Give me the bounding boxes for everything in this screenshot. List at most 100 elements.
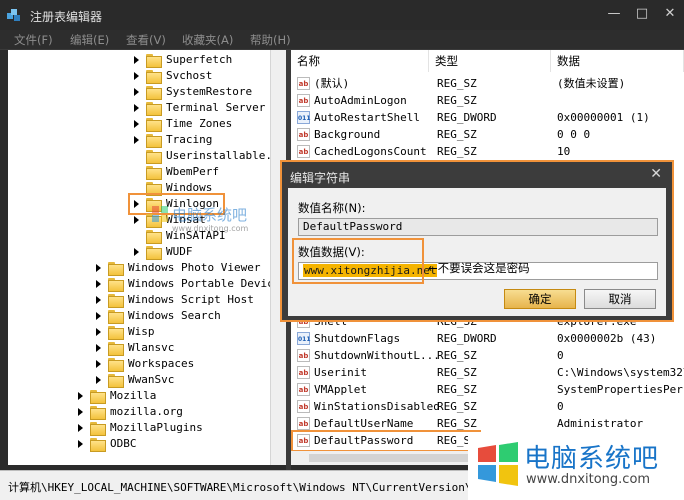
menu-help[interactable]: 帮助(H) [250, 32, 291, 48]
value-data: 0 0 0 [557, 128, 591, 141]
value-row[interactable]: 011 AutoRestartShell REG_DWORD 0x0000000… [291, 110, 684, 126]
value-name: (默认) [314, 77, 350, 90]
menu-view[interactable]: 查看(V) [126, 32, 166, 48]
tree-item-superfetch[interactable]: Superfetch [8, 52, 278, 68]
close-button[interactable]: ✕ [662, 6, 678, 22]
tree-item-systemrestore[interactable]: SystemRestore [8, 84, 278, 100]
tree-item-label: WUDF [166, 245, 193, 258]
tree-item-mozilla[interactable]: Mozilla [8, 388, 278, 404]
expand-arrow-icon[interactable] [78, 424, 83, 432]
string-value-icon: ab [297, 383, 310, 396]
tree-item-mozilla-org[interactable]: mozilla.org [8, 404, 278, 420]
watermark-name: 电脑系统吧 [524, 444, 660, 474]
expand-arrow-icon[interactable] [134, 248, 139, 256]
value-row[interactable]: ab Background REG_SZ 0 0 0 [291, 127, 684, 143]
string-value-icon: ab [297, 417, 310, 430]
expand-arrow-icon[interactable] [134, 216, 139, 224]
value-row[interactable]: ab AutoAdminLogon REG_SZ [291, 93, 684, 109]
tree-item-wwansvc[interactable]: WwanSvc [8, 372, 278, 388]
folder-icon [108, 262, 124, 276]
expand-arrow-icon[interactable] [134, 56, 139, 64]
status-path: 计算机\HKEY_LOCAL_MACHINE\SOFTWARE\Microsof… [8, 481, 525, 494]
value-data: 0 [557, 400, 564, 413]
value-row[interactable]: 011 ShutdownFlags REG_DWORD 0x0000002b (… [291, 331, 684, 347]
expand-arrow-icon[interactable] [96, 328, 101, 336]
expand-arrow-icon[interactable] [96, 264, 101, 272]
expand-arrow-icon[interactable] [134, 88, 139, 96]
tree-item-label: Wlansvc [128, 341, 175, 354]
tree-item-label: ODBC [110, 437, 137, 450]
tree-item-wbemperf[interactable]: WbemPerf [8, 164, 278, 180]
column-header-data[interactable]: 数据 [551, 50, 684, 72]
folder-icon [146, 54, 162, 68]
tree-item-label: Userinstallable.d [166, 149, 278, 162]
windows-logo-icon [478, 442, 518, 486]
tree-item-label: Workspaces [128, 357, 195, 370]
value-row[interactable]: ab VMApplet REG_SZ SystemPropertiesPer [291, 382, 684, 398]
tree-item-wlansvc[interactable]: Wlansvc [8, 340, 278, 356]
tree-item-time-zones[interactable]: Time Zones [8, 116, 278, 132]
dword-value-icon: 011 [297, 111, 311, 124]
tree-item-windows-photo-viewer[interactable]: Windows Photo Viewer [8, 260, 278, 276]
value-type: REG_SZ [437, 400, 477, 413]
key-tree[interactable]: Superfetch Svchost SystemRestore Termina… [8, 50, 278, 465]
folder-icon [108, 374, 124, 388]
expand-arrow-icon[interactable] [96, 376, 101, 384]
expand-arrow-icon[interactable] [96, 360, 101, 368]
expand-arrow-icon[interactable] [96, 344, 101, 352]
tree-item-wudf[interactable]: WUDF [8, 244, 278, 260]
dialog-close-button[interactable]: ✕ [650, 166, 662, 182]
tree-item-label: Svchost [166, 69, 213, 82]
maximize-button[interactable]: □ [634, 6, 650, 22]
tree-item-wisp[interactable]: Wisp [8, 324, 278, 340]
menu-edit[interactable]: 编辑(E) [70, 32, 109, 48]
expand-arrow-icon[interactable] [134, 104, 139, 112]
value-name: ShutdownFlags [314, 332, 401, 345]
value-type: REG_DWORD [437, 332, 497, 345]
expand-arrow-icon[interactable] [134, 72, 139, 80]
tree-item-mozillaplugins[interactable]: MozillaPlugins [8, 420, 278, 436]
tree-item-odbc[interactable]: ODBC [8, 436, 278, 452]
expand-arrow-icon[interactable] [134, 120, 139, 128]
value-name: VMApplet [314, 383, 367, 396]
expand-arrow-icon[interactable] [78, 408, 83, 416]
column-header-name[interactable]: 名称 [291, 50, 429, 72]
value-name: Background [314, 128, 381, 141]
expand-arrow-icon[interactable] [96, 280, 101, 288]
value-row[interactable]: ab Userinit REG_SZ C:\Windows\system32\ [291, 365, 684, 381]
title-bar: 注册表编辑器 — □ ✕ [0, 0, 684, 30]
value-row[interactable]: ab (默认) REG_SZ (数值未设置) [291, 76, 684, 92]
menu-file[interactable]: 文件(F) [14, 32, 53, 48]
value-name: AutoAdminLogon [314, 94, 407, 107]
value-type: REG_SZ [437, 94, 477, 107]
column-header-type[interactable]: 类型 [429, 50, 551, 72]
tree-item-svchost[interactable]: Svchost [8, 68, 278, 84]
expand-arrow-icon[interactable] [96, 312, 101, 320]
menu-favorites[interactable]: 收藏夹(A) [182, 32, 233, 48]
ok-button[interactable]: 确定 [504, 289, 576, 309]
value-name-field[interactable]: DefaultPassword [298, 218, 658, 236]
watermark-url: www.dnxitong.com [526, 472, 651, 487]
expand-arrow-icon[interactable] [78, 392, 83, 400]
dword-value-icon: 011 [297, 332, 311, 345]
tree-item-windows-search[interactable]: Windows Search [8, 308, 278, 324]
tree-item-windows-script-host[interactable]: Windows Script Host [8, 292, 278, 308]
watermark-logo: 电脑系统吧 www.dnxitong.com [468, 432, 684, 500]
value-row[interactable]: ab CachedLogonsCount REG_SZ 10 [291, 144, 684, 160]
expand-arrow-icon[interactable] [96, 296, 101, 304]
minimize-button[interactable]: — [606, 6, 622, 22]
cancel-button[interactable]: 取消 [584, 289, 656, 309]
value-row[interactable]: ab ShutdownWithoutL... REG_SZ 0 [291, 348, 684, 364]
tree-item-userinstallable[interactable]: Userinstallable.d [8, 148, 278, 164]
tree-item-tracing[interactable]: Tracing [8, 132, 278, 148]
tree-item-label: WbemPerf [166, 165, 219, 178]
string-value-icon: ab [297, 349, 310, 362]
expand-arrow-icon[interactable] [134, 136, 139, 144]
tree-item-label: Windows Search [128, 309, 221, 322]
expand-arrow-icon[interactable] [78, 440, 83, 448]
scrollbar-thumb[interactable] [309, 454, 469, 462]
tree-item-terminal-server[interactable]: Terminal Server [8, 100, 278, 116]
value-row[interactable]: ab WinStationsDisabled REG_SZ 0 [291, 399, 684, 415]
tree-item-windows-portable-device[interactable]: Windows Portable Device [8, 276, 278, 292]
tree-item-workspaces[interactable]: Workspaces [8, 356, 278, 372]
